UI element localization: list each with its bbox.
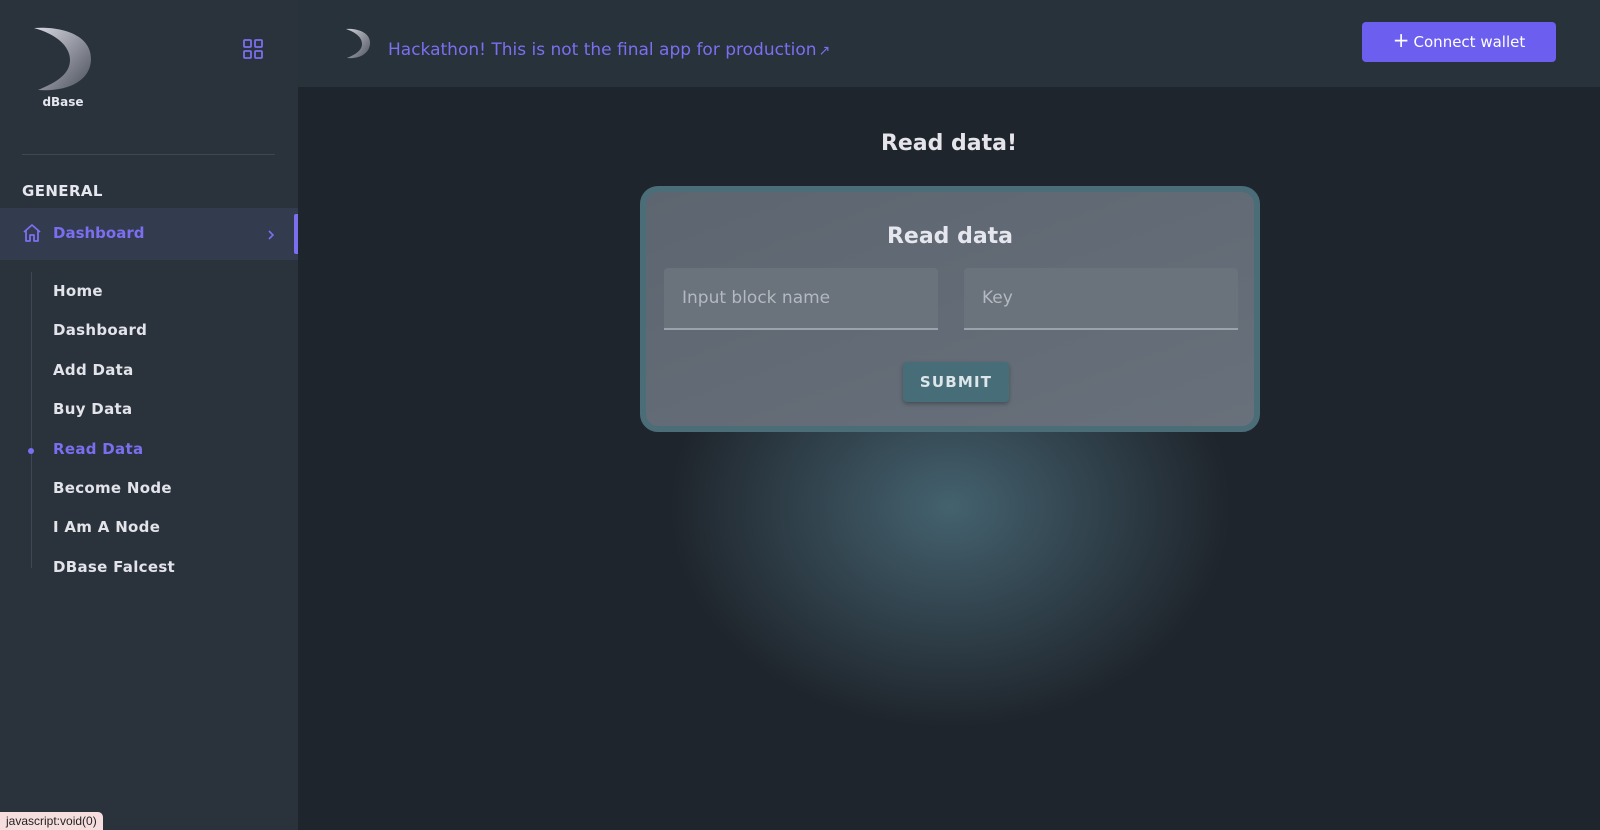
connect-wallet-button[interactable]: + Connect wallet xyxy=(1362,22,1556,62)
hackathon-banner-link[interactable]: Hackathon! This is not the final app for… xyxy=(388,40,830,60)
sidebar: dBase GENERAL Dashboard Home Dashboard A… xyxy=(0,0,298,830)
active-dot xyxy=(28,447,34,454)
read-data-card: Read data SUBMIT xyxy=(640,186,1260,432)
sidebar-item-label: Add Data xyxy=(53,360,134,379)
grid-menu-icon[interactable] xyxy=(242,38,264,60)
main-content: Read data! Read data SUBMIT xyxy=(298,87,1600,830)
sidebar-item-label: DBase Falcest xyxy=(53,557,176,576)
dbase-logo[interactable]: dBase xyxy=(30,26,96,110)
key-field[interactable] xyxy=(964,268,1238,330)
sidebar-item-i-am-a-node[interactable]: I Am A Node xyxy=(0,506,298,545)
sidebar-item-label: Become Node xyxy=(53,478,172,497)
external-link-icon: ↗ xyxy=(818,43,831,59)
sidebar-group-label: Dashboard xyxy=(53,224,145,242)
card-title: Read data xyxy=(886,224,1014,249)
plus-icon: + xyxy=(1392,28,1410,52)
sidebar-item-home[interactable]: Home xyxy=(0,270,298,309)
chevron-right-icon xyxy=(266,227,276,241)
browser-status-bar: javascript:void(0) xyxy=(0,812,103,830)
dbase-logo-icon xyxy=(34,27,92,91)
sidebar-item-dashboard-group[interactable]: Dashboard xyxy=(0,208,298,260)
block-name-input[interactable] xyxy=(664,268,938,328)
sidebar-item-read-data[interactable]: Read Data xyxy=(0,428,298,467)
section-title-general: GENERAL xyxy=(22,182,103,200)
sidebar-item-become-node[interactable]: Become Node xyxy=(0,467,298,506)
top-header: Hackathon! This is not the final app for… xyxy=(298,0,1600,87)
sidebar-item-label: Read Data xyxy=(53,439,144,458)
sidebar-item-label: Dashboard xyxy=(53,321,148,340)
banner-text: Hackathon! This is not the final app for… xyxy=(388,40,817,60)
page-title: Read data! xyxy=(880,131,1018,156)
sidebar-item-dashboard[interactable]: Dashboard xyxy=(0,309,298,348)
sidebar-divider xyxy=(22,154,275,155)
key-input[interactable] xyxy=(964,268,1238,328)
sidebar-item-label: Buy Data xyxy=(53,400,133,419)
home-icon xyxy=(21,222,43,244)
sidebar-item-label: Home xyxy=(53,282,103,300)
submit-button[interactable]: SUBMIT xyxy=(903,362,1009,402)
sidebar-item-buy-data[interactable]: Buy Data xyxy=(0,388,298,427)
sidebar-item-label: I Am A Node xyxy=(53,518,161,537)
connect-wallet-label: Connect wallet xyxy=(1413,33,1526,51)
mini-logo-icon xyxy=(344,28,372,60)
sidebar-item-dbase-falcest[interactable]: DBase Falcest xyxy=(0,546,298,585)
sidebar-item-add-data[interactable]: Add Data xyxy=(0,349,298,388)
block-name-field[interactable] xyxy=(664,268,938,330)
brand-name: dBase xyxy=(42,95,84,109)
subnav-list: Home Dashboard Add Data Buy Data Read Da… xyxy=(0,270,298,585)
